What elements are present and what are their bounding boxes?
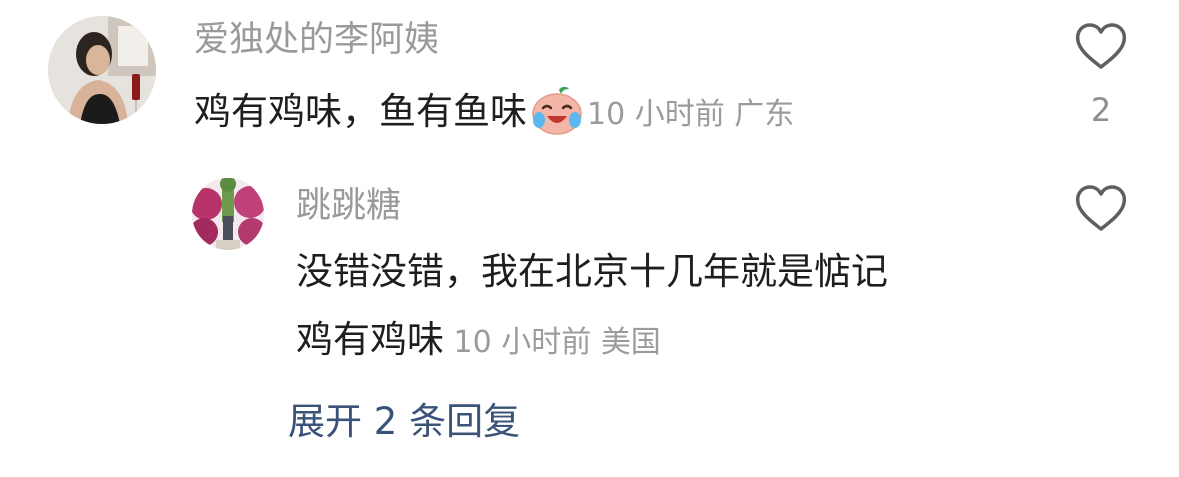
laughing-crying-emoji-icon	[529, 84, 585, 136]
reply-like-button[interactable]	[1074, 184, 1128, 234]
avatar-image	[192, 178, 264, 250]
comment-username[interactable]: 爱独处的李阿姨	[194, 18, 439, 62]
comment-text[interactable]: 鸡有鸡味，鱼有鱼味 10 小时前 广东	[194, 84, 794, 141]
expand-replies-link[interactable]: 展开 2 条回复	[288, 396, 520, 448]
comment-time: 10 小时前	[587, 97, 725, 132]
reply-text-line2-body: 鸡有鸡味	[296, 318, 444, 361]
reply-avatar[interactable]	[192, 178, 264, 250]
reply-username[interactable]: 跳跳糖	[296, 184, 401, 228]
comment-location: 广东	[734, 97, 795, 132]
reply-text-line1[interactable]: 没错没错，我在北京十几年就是惦记	[296, 246, 888, 298]
comment-location-spacer	[725, 97, 735, 132]
heart-icon	[1075, 23, 1127, 69]
reply-time-spacer	[444, 325, 454, 360]
comment-text-body: 鸡有鸡味，鱼有鱼味	[194, 90, 527, 133]
reply-location: 美国	[600, 325, 661, 360]
like-count: 2	[1090, 91, 1112, 129]
like-button[interactable]	[1074, 22, 1128, 72]
reply-text-line2[interactable]: 鸡有鸡味 10 小时前 美国	[296, 314, 661, 369]
reply-location-spacer	[591, 325, 601, 360]
avatar[interactable]	[48, 16, 156, 124]
heart-icon	[1075, 185, 1127, 231]
reply-time: 10 小时前	[453, 325, 592, 360]
avatar-image	[48, 16, 156, 124]
